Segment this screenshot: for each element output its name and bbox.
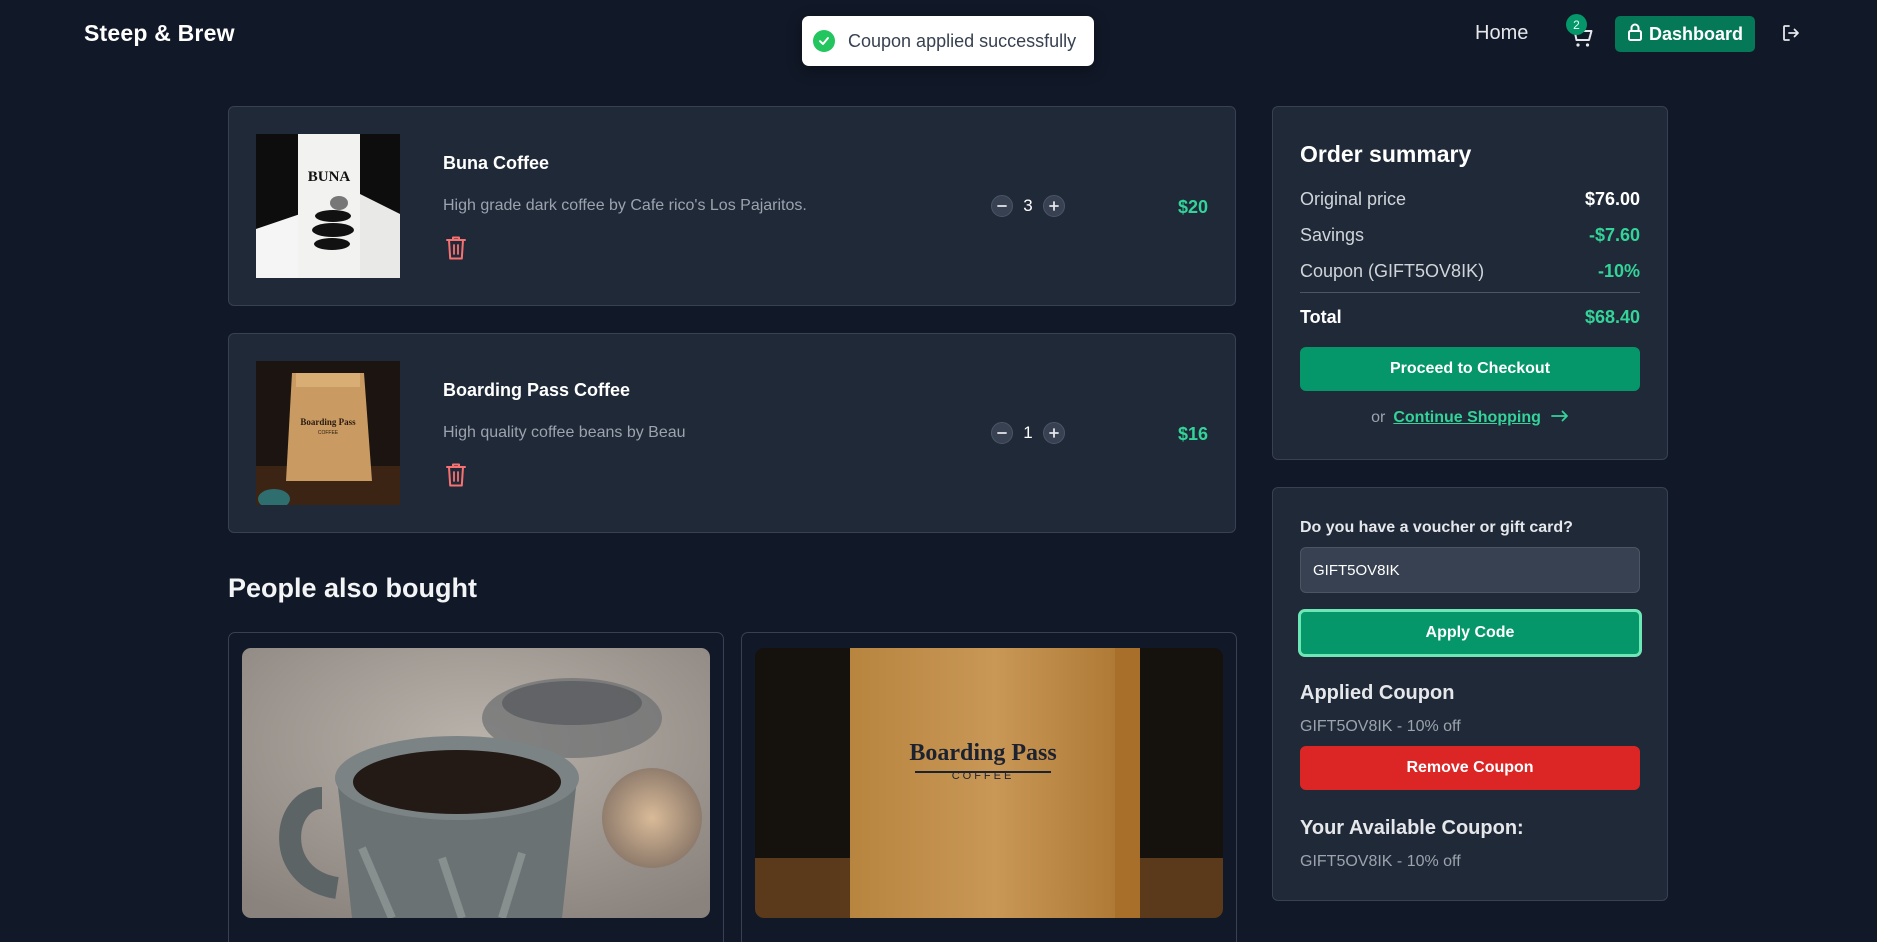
svg-text:BUNA: BUNA <box>308 169 351 185</box>
coupon-label: Coupon (GIFT5OV8IK) <box>1300 261 1485 281</box>
product-image-mugs <box>242 648 710 918</box>
savings-value: -$7.60 <box>1588 225 1640 245</box>
product-card[interactable]: Boarding Pass COFFEE <box>741 632 1237 942</box>
item-price: $20 <box>1177 197 1208 217</box>
original-price-label: Original price <box>1300 189 1407 209</box>
voucher-panel: Do you have a voucher or gift card? Appl… <box>1272 487 1668 901</box>
apply-code-button[interactable]: Apply Code <box>1298 609 1642 657</box>
section-title-people-also-bought: People also bought <box>228 573 478 603</box>
increase-quantity-button[interactable] <box>1043 422 1065 444</box>
applied-coupon-title: Applied Coupon <box>1300 682 1455 704</box>
decrease-quantity-button[interactable] <box>991 195 1013 217</box>
toast-message: Coupon applied successfully <box>848 30 1077 51</box>
available-coupon-title: Your Available Coupon: <box>1300 817 1524 839</box>
item-description: High quality coffee beans by Beau <box>443 424 686 441</box>
quantity-stepper: 3 <box>991 195 1065 217</box>
coupon-value: -10% <box>1597 261 1640 281</box>
trash-icon[interactable] <box>445 462 467 493</box>
arrow-right-icon <box>1550 409 1569 427</box>
voucher-code-input[interactable] <box>1300 547 1640 593</box>
svg-text:COFFEE: COFFEE <box>952 770 1015 782</box>
original-price-row: Original price $76.00 <box>1300 189 1640 210</box>
total-row: Total $68.40 <box>1300 307 1640 328</box>
original-price-value: $76.00 <box>1584 189 1640 209</box>
cart-item: Boarding Pass COFFEE Boarding Pass Coffe… <box>228 333 1236 533</box>
coupon-row: Coupon (GIFT5OV8IK) -10% <box>1300 261 1640 282</box>
order-summary-panel: Order summary Original price $76.00 Savi… <box>1272 106 1668 460</box>
product-image-buna: BUNA <box>256 134 400 278</box>
cart-button[interactable]: 2 <box>1566 14 1606 50</box>
dashboard-label: Dashboard <box>1648 23 1744 44</box>
lock-icon <box>1627 23 1643 46</box>
continue-shopping-line: or Continue Shopping <box>1273 409 1667 427</box>
proceed-to-checkout-button[interactable]: Proceed to Checkout <box>1300 347 1640 391</box>
nav-home-link[interactable]: Home <box>1475 22 1528 45</box>
total-label: Total <box>1300 307 1342 327</box>
item-price: $16 <box>1177 424 1208 444</box>
total-value: $68.40 <box>1584 307 1640 327</box>
savings-label: Savings <box>1300 225 1365 245</box>
quantity-value: 3 <box>1023 196 1033 215</box>
item-name: Boarding Pass Coffee <box>443 380 631 400</box>
order-summary-title: Order summary <box>1300 141 1472 167</box>
decrease-quantity-button[interactable] <box>991 422 1013 444</box>
increase-quantity-button[interactable] <box>1043 195 1065 217</box>
continue-shopping-label: Continue Shopping <box>1393 409 1541 426</box>
cart-item: BUNA Buna Coffee High grade dark coffee … <box>228 106 1236 306</box>
remove-coupon-button[interactable]: Remove Coupon <box>1300 746 1640 790</box>
item-name: Buna Coffee <box>443 153 550 173</box>
svg-text:Boarding Pass: Boarding Pass <box>909 740 1056 766</box>
savings-row: Savings -$7.60 <box>1300 225 1640 246</box>
voucher-label: Do you have a voucher or gift card? <box>1300 519 1573 536</box>
applied-coupon-text: GIFT5OV8IK - 10% off <box>1300 718 1461 735</box>
success-toast: Coupon applied successfully <box>802 16 1094 66</box>
svg-text:Boarding Pass: Boarding Pass <box>300 417 356 427</box>
brand-logo[interactable]: Steep & Brew <box>84 20 235 47</box>
continue-shopping-link[interactable]: Continue Shopping <box>1393 409 1569 427</box>
product-image-boarding-pass-bag: Boarding Pass COFFEE <box>755 648 1223 918</box>
item-description: High grade dark coffee by Cafe rico's Lo… <box>443 197 807 214</box>
quantity-stepper: 1 <box>991 422 1065 444</box>
summary-divider <box>1300 292 1640 293</box>
product-image-boarding-pass: Boarding Pass COFFEE <box>256 361 400 505</box>
cart-count-badge: 2 <box>1566 14 1587 35</box>
trash-icon[interactable] <box>445 235 467 266</box>
logout-icon[interactable] <box>1781 23 1801 48</box>
or-text: or <box>1371 409 1386 426</box>
check-circle-icon <box>813 30 835 52</box>
dashboard-button[interactable]: Dashboard <box>1615 16 1755 52</box>
available-coupon-text: GIFT5OV8IK - 10% off <box>1300 853 1461 870</box>
product-card[interactable] <box>228 632 724 942</box>
quantity-value: 1 <box>1023 423 1033 442</box>
svg-text:COFFEE: COFFEE <box>318 430 339 436</box>
